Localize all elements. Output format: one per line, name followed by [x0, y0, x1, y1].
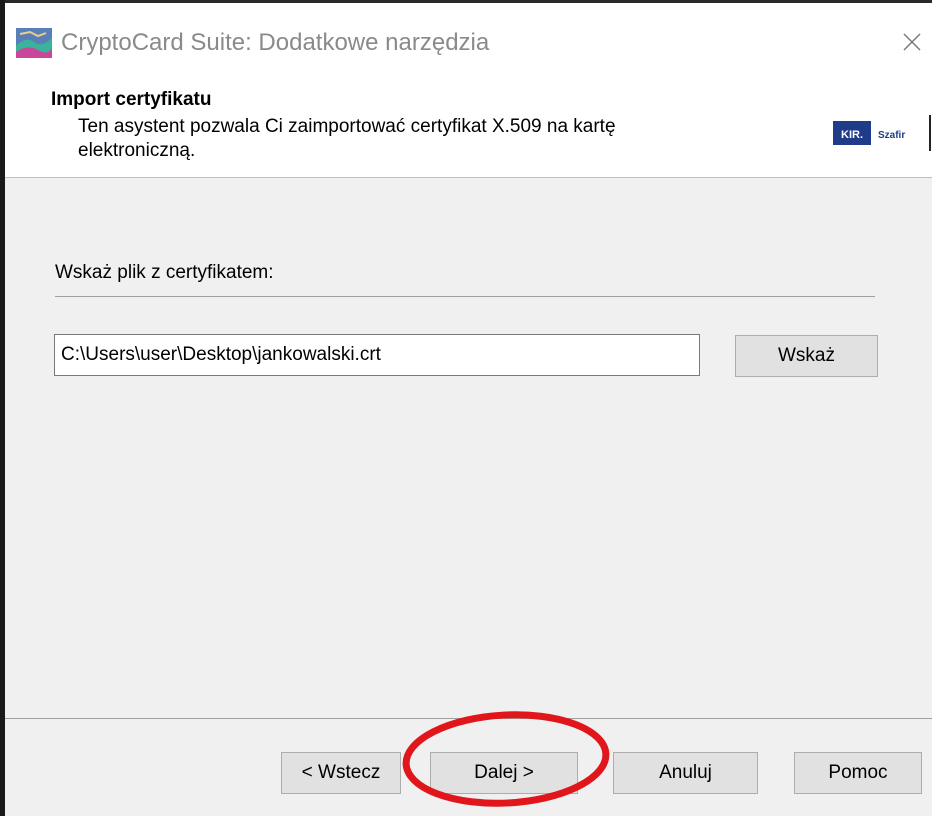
wizard-header: Import certyfikatu Ten asystent pozwala … — [5, 85, 932, 177]
close-icon — [903, 33, 921, 51]
page-title: Import certyfikatu — [51, 89, 212, 110]
dialog-window: CryptoCard Suite: Dodatkowe narzędzia Im… — [0, 0, 932, 816]
wizard-body: Wskaż plik z certyfikatem: Wskaż — [5, 178, 932, 718]
wizard-footer: < Wstecz Dalej > Anuluj Pomoc — [5, 719, 932, 816]
help-button[interactable]: Pomoc — [794, 752, 922, 794]
logo-kir-text: KIR. — [841, 129, 863, 141]
certificate-path-input[interactable] — [54, 334, 700, 376]
browse-button[interactable]: Wskaż — [735, 335, 878, 377]
close-button[interactable] — [897, 27, 927, 57]
window-title: CryptoCard Suite: Dodatkowe narzędzia — [61, 29, 490, 56]
page-description: Ten asystent pozwala Ci zaimportować cer… — [78, 116, 616, 161]
cancel-button[interactable]: Anuluj — [613, 752, 758, 794]
title-bar[interactable]: CryptoCard Suite: Dodatkowe narzędzia — [5, 3, 932, 85]
kir-szafir-logo: KIR. Szafir — [833, 115, 931, 151]
label-divider — [55, 296, 875, 297]
certificate-file-label: Wskaż plik z certyfikatem: — [55, 262, 274, 283]
next-button[interactable]: Dalej > — [430, 752, 578, 794]
logo-szafir-text: Szafir — [878, 130, 905, 141]
cryptocard-app-icon — [16, 28, 52, 58]
back-button[interactable]: < Wstecz — [281, 752, 401, 794]
